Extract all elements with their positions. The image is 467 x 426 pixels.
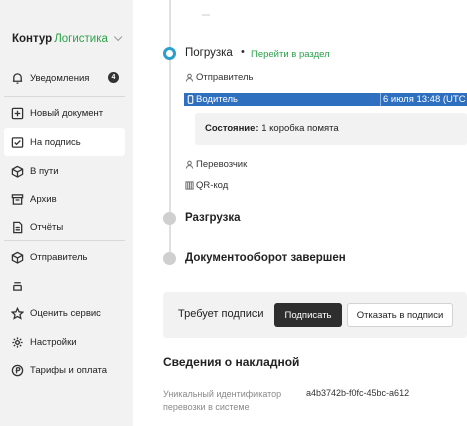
- sidebar-item-rate-service[interactable]: Оценить сервис: [4, 299, 125, 327]
- logo-brand: Контур: [12, 33, 53, 45]
- star-icon: [11, 306, 24, 320]
- status-box: Состояние: 1 коробка помята: [195, 113, 467, 145]
- box-icon: [11, 165, 24, 178]
- qr-icon: [185, 181, 194, 190]
- box-icon: [11, 251, 24, 264]
- step-unloading-marker: [163, 212, 176, 225]
- sidebar-item-new-document[interactable]: Новый документ: [4, 99, 125, 127]
- sidebar-item-label: Тарифы и оплата: [30, 364, 108, 376]
- status-text: Состояние: 1 коробка помята: [205, 123, 339, 134]
- sidebar-item-label: На подпись: [30, 136, 81, 148]
- sidebar-item-in-transit[interactable]: В пути: [4, 157, 125, 185]
- qr-label: QR-код: [196, 180, 229, 191]
- plus-square-icon: [11, 107, 24, 120]
- archive-icon: [11, 193, 24, 206]
- driver-timestamp: 6 июля 13:48 (UTC: [383, 94, 466, 105]
- user-icon: [185, 73, 194, 82]
- driver-label: Водитель: [196, 94, 238, 105]
- sender-row[interactable]: Отправитель: [185, 71, 254, 84]
- coin-icon: [11, 364, 24, 377]
- refuse-sign-button[interactable]: Отказать в подписи: [347, 303, 453, 327]
- qr-row[interactable]: QR-код: [185, 179, 228, 192]
- column-divider: [380, 93, 381, 106]
- bell-icon: [11, 72, 24, 85]
- logo-product: Логистика: [54, 33, 108, 45]
- go-to-section-link[interactable]: Перейти в раздел: [251, 49, 330, 60]
- sidebar-item-role-sender[interactable]: Отправитель: [4, 243, 125, 271]
- sidebar-item-notifications[interactable]: Уведомления 4: [4, 64, 125, 92]
- sidebar-item-settings[interactable]: Настройки: [4, 328, 125, 356]
- sidebar-divider: [4, 240, 125, 241]
- transport-id-label: Уникальный идентификатор перевозки в сис…: [163, 389, 282, 412]
- user-icon: [11, 279, 24, 292]
- sidebar-item-label: Настройки: [30, 336, 77, 348]
- sign-icon: [11, 136, 24, 149]
- step-loading-marker: [163, 47, 176, 60]
- sign-panel: Требует подписи Подписать Отказать в под…: [163, 292, 467, 338]
- step-unloading-title: Разгрузка: [185, 212, 241, 224]
- transport-id-value: a4b3742b-f0fc-45bc-a612: [306, 388, 410, 398]
- app-logo[interactable]: Контур Логистика: [12, 32, 123, 45]
- separator-dot: •: [241, 46, 245, 58]
- sidebar-item-label: Оценить сервис: [30, 307, 101, 319]
- carrier-label: Перевозчик: [196, 159, 248, 170]
- report-icon: [11, 221, 24, 234]
- sidebar-item-reports[interactable]: Отчёты: [4, 213, 125, 241]
- timeline-previous-step: [202, 14, 210, 16]
- sidebar-item-to-sign[interactable]: На подпись: [4, 128, 125, 156]
- sidebar-item-label: Архив: [30, 193, 57, 205]
- sidebar-item-label: Уведомления: [30, 72, 90, 84]
- requires-signature-label: Требует подписи: [178, 308, 264, 320]
- sender-label: Отправитель: [196, 72, 254, 83]
- user-icon: [185, 160, 194, 169]
- sidebar: Контур Логистика Уведомления 4 Новый доку…: [0, 0, 133, 426]
- gear-icon: [11, 336, 24, 349]
- sidebar-item-label: Отчёты: [30, 221, 64, 233]
- step-loading-title: Погрузка: [185, 47, 233, 59]
- notification-count-badge: 4: [108, 72, 119, 83]
- waybill-section-title: Сведения о накладной: [163, 355, 300, 369]
- status-value: 1 коробка помята: [261, 123, 339, 134]
- sidebar-item-label: В пути: [30, 165, 59, 177]
- sidebar-divider: [4, 96, 125, 97]
- sidebar-item-label: Новый документ: [30, 107, 104, 119]
- driver-row[interactable]: Водитель 6 июля 13:48 (UTC: [184, 93, 467, 106]
- step-done-marker: [163, 252, 176, 265]
- sidebar-item-label: Отправитель: [30, 251, 88, 263]
- chevron-down-icon[interactable]: [113, 32, 123, 42]
- step-done-title: Документооборот завершен: [185, 252, 346, 264]
- sign-button[interactable]: Подписать: [274, 303, 342, 327]
- sidebar-item-tariffs[interactable]: Тарифы и оплата: [4, 356, 125, 384]
- phone-icon: [186, 95, 195, 104]
- sidebar-item-user[interactable]: [4, 271, 125, 299]
- status-label: Состояние:: [205, 123, 259, 134]
- carrier-row[interactable]: Перевозчик: [185, 158, 247, 171]
- sidebar-item-archive[interactable]: Архив: [4, 185, 125, 213]
